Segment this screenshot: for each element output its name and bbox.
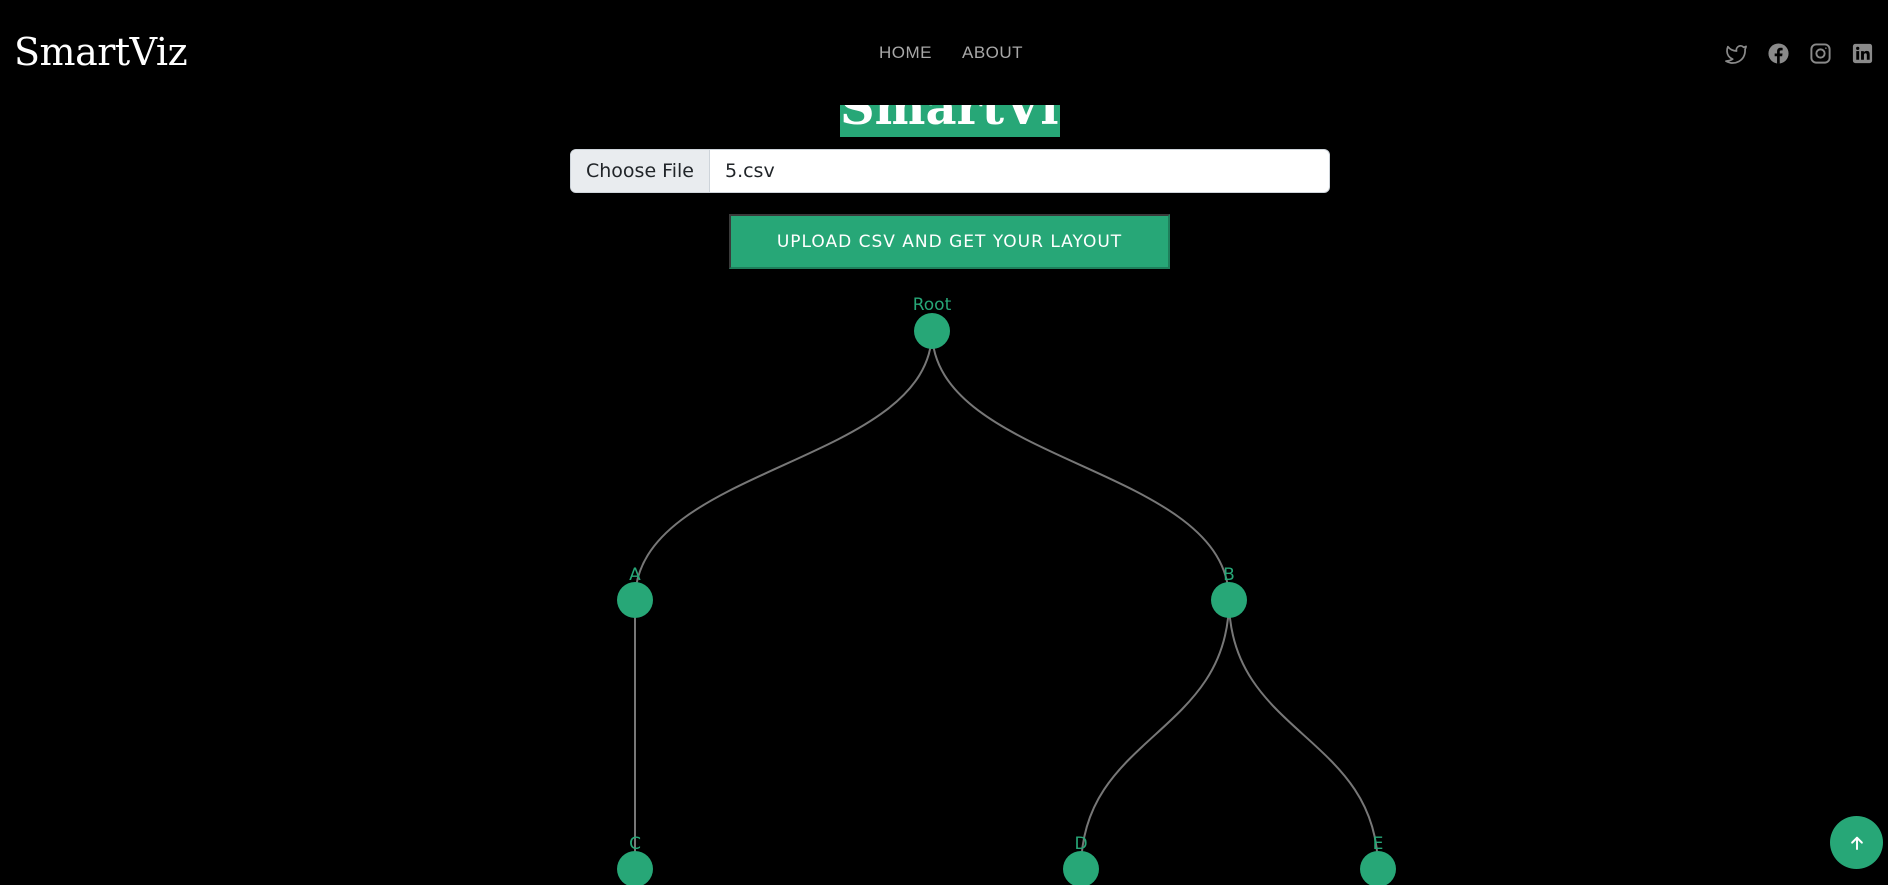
navbar: SmartViz HOME ABOUT: [0, 0, 1888, 105]
linkedin-icon[interactable]: [1851, 42, 1874, 65]
tree-node-d[interactable]: [1063, 851, 1099, 885]
tree-label-root: Root: [913, 295, 952, 315]
facebook-icon[interactable]: [1767, 42, 1790, 65]
tree-node-root[interactable]: [914, 313, 950, 349]
tree-link-root-a: [634, 330, 933, 601]
social-links: [1725, 42, 1874, 65]
csv-file-input[interactable]: Choose File 5.csv: [570, 149, 1330, 193]
nav-links: HOME ABOUT: [879, 43, 1023, 63]
tree-node-c[interactable]: [617, 851, 653, 885]
tree-node-e[interactable]: [1360, 851, 1396, 885]
tree-node-a[interactable]: [617, 582, 653, 618]
tree-link-b-d: [1080, 599, 1230, 870]
tree-label-c: C: [629, 834, 641, 854]
tree-link-root-b: [931, 330, 1230, 601]
nav-home[interactable]: HOME: [879, 43, 932, 63]
twitter-icon[interactable]: [1725, 42, 1748, 65]
brand-logo[interactable]: SmartViz: [14, 28, 188, 76]
nav-about[interactable]: ABOUT: [962, 43, 1023, 63]
instagram-icon[interactable]: [1809, 42, 1832, 65]
tree-link-b-e: [1228, 599, 1379, 870]
tree-label-e: E: [1373, 834, 1384, 854]
upload-csv-button[interactable]: UPLOAD CSV AND GET YOUR LAYOUT: [729, 214, 1170, 269]
tree-label-b: B: [1223, 565, 1235, 585]
selected-file-name: 5.csv: [724, 160, 775, 182]
tree-label-d: D: [1074, 834, 1087, 854]
scroll-to-top-button[interactable]: [1830, 816, 1883, 869]
tree-node-b[interactable]: [1211, 582, 1247, 618]
choose-file-button[interactable]: Choose File: [571, 150, 710, 192]
arrow-up-icon: [1850, 836, 1863, 850]
tree-label-a: A: [629, 565, 641, 585]
